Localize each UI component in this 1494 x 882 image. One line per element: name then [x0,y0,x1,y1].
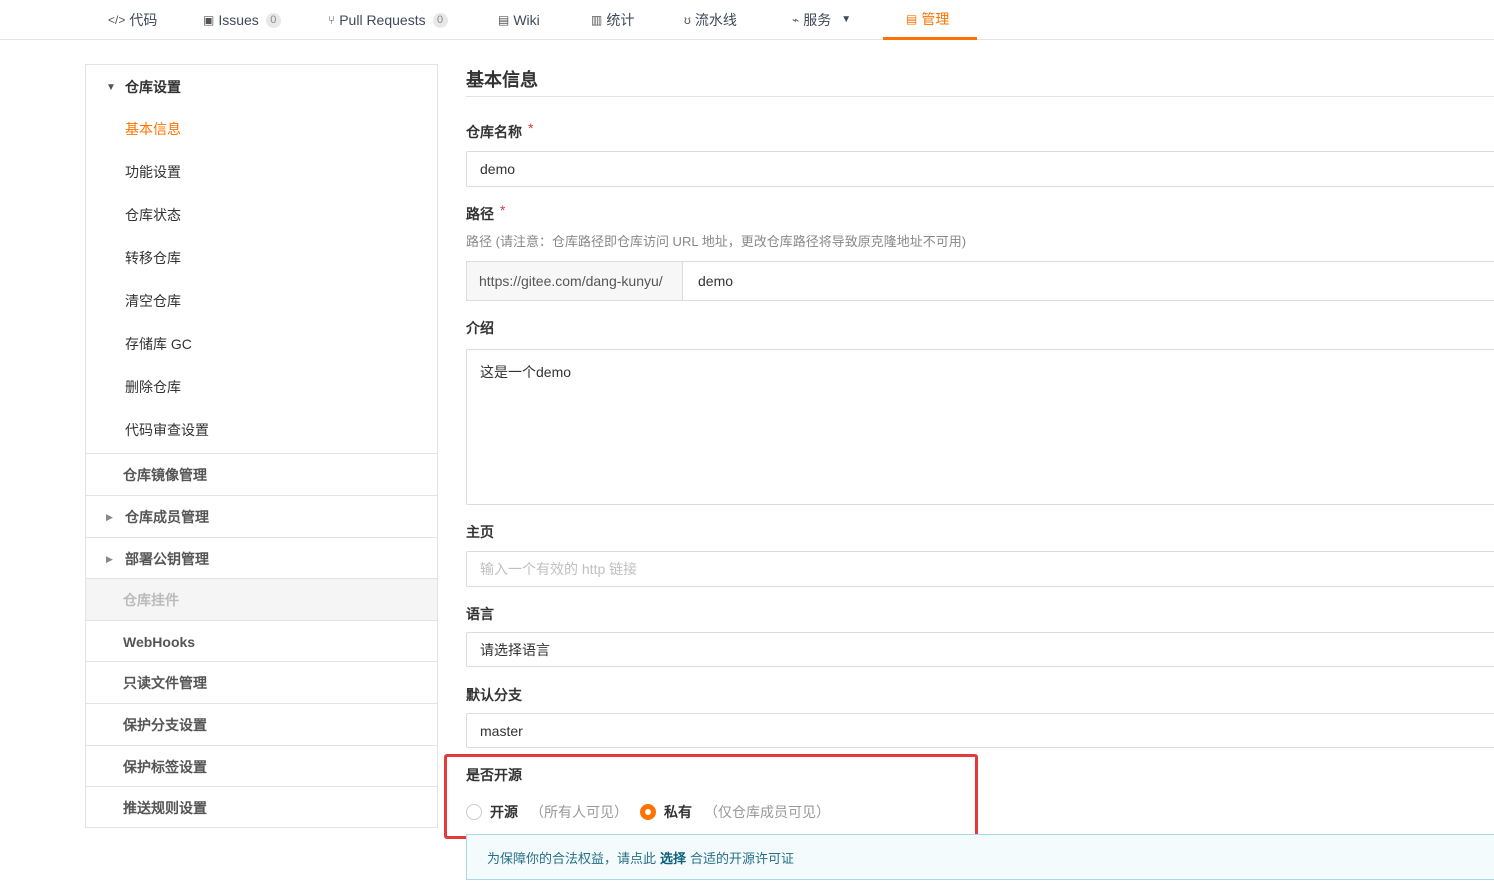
sidebar-section-label: 仓库镜像管理 [123,467,207,483]
tab-label: 统计 [606,12,635,28]
tab-pull-requests[interactable]: ⑂ Pull Requests 0 [328,0,448,40]
settings-sidebar: ▼ 仓库设置 基本信息 功能设置 仓库状态 转移仓库 清空仓库 存储库 GC 删… [85,64,438,828]
tab-service[interactable]: ⌁ 服务 ▼ [792,0,851,40]
sidebar-item-code-review[interactable]: 代码审查设置 [125,420,209,440]
sidebar-item-gc[interactable]: 存储库 GC [125,334,192,354]
issues-icon: ▣ [203,13,215,27]
sidebar-item-widgets: 仓库挂件 [86,578,437,620]
repo-tab-bar: </> 代码 ▣ Issues 0 ⑂ Pull Requests 0 ▤ Wi… [0,0,1494,40]
sidebar-item-repo-status[interactable]: 仓库状态 [125,205,181,225]
tab-label: 流水线 [694,12,737,28]
sidebar-item-deploy-keys[interactable]: ▶ 部署公钥管理 [86,537,437,579]
sidebar-item-readonly-files[interactable]: 只读文件管理 [86,661,437,703]
tab-label: 代码 [129,12,158,28]
tab-manage[interactable]: ▤ 管理 [883,0,977,40]
highlight-box [444,754,978,839]
issues-count-badge: 0 [265,12,281,28]
stats-icon: ▥ [591,13,603,27]
sidebar-item-push-rules[interactable]: 推送规则设置 [86,786,437,828]
sidebar-item-protected-branches[interactable]: 保护分支设置 [86,703,437,745]
tab-wiki[interactable]: ▤ Wiki [498,0,540,40]
sidebar-section-label: 保护分支设置 [123,717,207,733]
tab-pipeline[interactable]: ʊ 流水线 [684,0,737,40]
path-label: 路径 * [466,202,506,222]
sidebar-item-members[interactable]: ▶ 仓库成员管理 [86,495,437,537]
wiki-icon: ▤ [498,13,510,27]
repo-name-input[interactable]: demo [466,151,1494,187]
sidebar-item-basic-info[interactable]: 基本信息 [125,119,181,139]
sidebar-section-label: 仓库成员管理 [125,509,209,525]
required-mark: * [528,120,534,136]
sidebar-section-label: 只读文件管理 [123,675,207,691]
sidebar-item-webhooks[interactable]: WebHooks [86,620,437,662]
language-label: 语言 [466,606,494,622]
sidebar-section-label: 仓库挂件 [123,592,179,608]
default-branch-label: 默认分支 [466,687,522,703]
notice-suffix: 合适的开源许可证 [690,850,795,866]
sidebar-section-label: 部署公钥管理 [125,551,209,567]
choose-license-link[interactable]: 选择 [660,848,686,867]
pull-requests-count-badge: 0 [432,12,448,28]
caret-right-icon: ▶ [106,554,113,564]
pull-request-icon: ⑂ [328,13,336,27]
license-notice: 为保障你的合法权益，请点此 选择 合适的开源许可证 [466,834,1494,880]
sidebar-section-label: WebHooks [123,634,196,650]
sidebar-item-mirror[interactable]: 仓库镜像管理 [86,453,437,495]
tab-label: 管理 [921,10,950,27]
tab-issues[interactable]: ▣ Issues 0 [203,0,281,40]
sidebar-item-clear[interactable]: 清空仓库 [125,291,181,311]
tab-label: 服务 [803,12,832,28]
caret-right-icon: ▶ [106,512,113,522]
tab-code[interactable]: </> 代码 [108,0,157,40]
sidebar-item-protected-tags[interactable]: 保护标签设置 [86,745,437,787]
service-icon: ⌁ [792,13,800,27]
notice-prefix: 为保障你的合法权益，请点此 [487,850,657,866]
repo-name-label: 仓库名称 * [466,120,534,140]
page-title: 基本信息 [466,70,538,90]
title-divider [466,96,1494,97]
tab-label: Wiki [513,12,540,28]
code-icon: </> [108,13,126,27]
pipeline-icon: ʊ [684,13,691,27]
path-prefix-addon: https://gitee.com/dang-kunyu/ [466,261,683,301]
tab-label: Issues [218,12,259,28]
tab-label: Pull Requests [339,12,426,28]
intro-textarea[interactable]: 这是一个demo [466,349,1494,505]
homepage-input[interactable]: 输入一个有效的 http 链接 [466,551,1494,587]
homepage-label: 主页 [466,524,494,540]
required-mark: * [500,202,506,218]
language-select[interactable]: 请选择语言 [466,632,1494,667]
default-branch-select[interactable]: master [466,713,1494,748]
manage-icon: ▤ [906,11,918,26]
tab-stats[interactable]: ▥ 统计 [591,0,634,40]
sidebar-item-delete[interactable]: 删除仓库 [125,377,181,397]
sidebar-group-label: 仓库设置 [125,79,181,95]
sidebar-section-label: 保护标签设置 [123,759,207,775]
intro-label: 介绍 [466,320,494,336]
chevron-down-icon: ▼ [841,14,852,25]
sidebar-section-label: 推送规则设置 [123,800,207,816]
sidebar-item-features[interactable]: 功能设置 [125,162,181,182]
caret-down-icon: ▼ [106,81,116,93]
path-input[interactable]: demo [682,261,1494,301]
sidebar-item-transfer[interactable]: 转移仓库 [125,248,181,268]
path-hint: 路径 (请注意：仓库路径即仓库访问 URL 地址，更改仓库路径将导致原克隆地址不… [466,234,967,249]
